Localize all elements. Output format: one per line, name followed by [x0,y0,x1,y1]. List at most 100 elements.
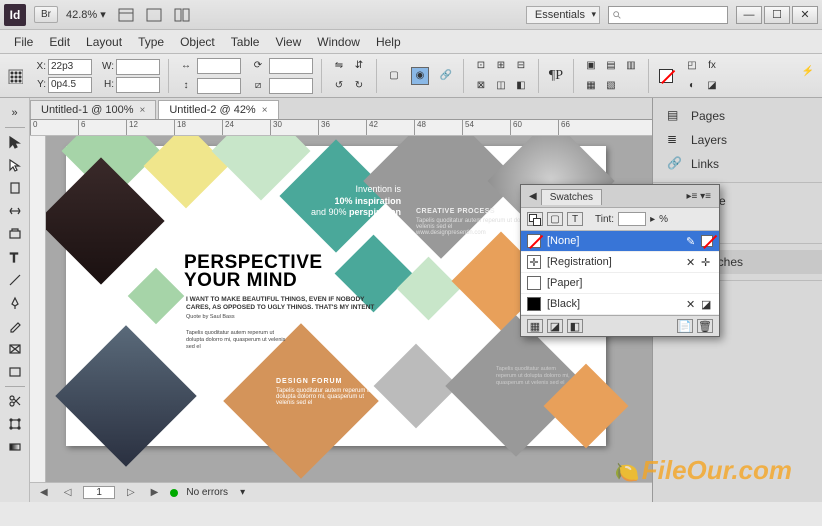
swatches-panel[interactable]: ◀ Swatches ▸≡ ▾≡ ▢ T Tint: ▸ % [None]✎✛[… [520,184,720,337]
fill-swatch-icon[interactable] [657,67,675,85]
show-color-swatches-icon[interactable]: ◪ [547,319,563,333]
line-tool[interactable] [3,269,27,291]
rotate-ccw-icon[interactable]: ↺ [330,77,348,95]
wrap-none-icon[interactable]: ▣ [582,57,600,75]
selection-tool[interactable] [3,131,27,153]
tint-input[interactable] [618,212,646,226]
document-tab[interactable]: Untitled-2 @ 42%× [158,100,278,119]
gradient-swatch-tool[interactable] [3,436,27,458]
vertical-ruler[interactable] [30,136,46,482]
menu-window[interactable]: Window [309,32,368,52]
fill-stroke-proxy-icon[interactable] [527,212,543,226]
maximize-button[interactable]: ☐ [764,6,790,24]
tab-close-icon[interactable]: × [262,105,268,116]
next-spread-button[interactable]: ▶ [147,487,163,498]
x-input[interactable]: 22p3 [48,59,92,75]
horizontal-ruler[interactable]: 0612182430364248546066 [30,120,652,136]
screen-mode-icon[interactable] [142,5,166,25]
panel-item-layers[interactable]: ≣Layers [653,128,822,152]
bridge-button[interactable]: Br [34,6,58,23]
search-input[interactable] [608,6,728,24]
fit-frame-icon[interactable]: ⊞ [492,57,510,75]
menu-table[interactable]: Table [223,32,268,52]
auto-fit-icon[interactable]: ◧ [512,77,530,95]
gap-tool[interactable] [3,200,27,222]
pen-tool[interactable] [3,292,27,314]
scissors-tool[interactable] [3,390,27,412]
flip-h-icon[interactable]: ⇋ [330,57,348,75]
rotate-input[interactable] [269,58,313,74]
swatch-row[interactable]: [Black]✕◪ [521,294,719,315]
type-tool[interactable]: T [3,246,27,268]
reference-point-icon[interactable] [6,67,24,85]
constrain-icon[interactable]: 🔗 [437,67,455,85]
delete-swatch-icon[interactable]: 🗑 [697,319,713,333]
expand-tools-icon[interactable]: » [3,102,27,124]
wrap-bbox-icon[interactable]: ▤ [602,57,620,75]
document-tab[interactable]: Untitled-1 @ 100%× [30,100,156,119]
wrap-jump-icon[interactable]: ▦ [582,77,600,95]
formatting-container-icon[interactable]: ▢ [547,212,563,226]
preflight-menu-icon[interactable]: ▾ [240,487,245,498]
swatch-row[interactable]: [None]✎ [521,231,719,252]
arrange-icon[interactable] [170,5,194,25]
minimize-button[interactable]: — [736,6,762,24]
drop-shadow-icon[interactable]: ◪ [703,77,721,95]
corner-options-icon[interactable]: ◰ [683,57,701,75]
zoom-level-dropdown[interactable]: 42.8% ▾ [66,8,106,21]
show-gradient-swatches-icon[interactable]: ◧ [567,319,583,333]
panel-item-links[interactable]: 🔗Links [653,152,822,176]
swatches-panel-header[interactable]: ◀ Swatches ▸≡ ▾≡ [521,185,719,208]
fit-content-icon[interactable]: ⊡ [472,57,490,75]
rectangle-frame-tool[interactable] [3,338,27,360]
tint-arrow-icon[interactable]: ▸ [650,214,655,225]
y-input[interactable]: 0p4.5 [48,77,92,93]
page-tool[interactable] [3,177,27,199]
center-content-icon[interactable]: ⊟ [512,57,530,75]
content-select-icon[interactable]: ◉ [411,67,429,85]
swatches-tab[interactable]: Swatches [541,189,602,205]
paragraph-style-icon[interactable]: ¶P [547,67,565,85]
free-transform-tool[interactable] [3,413,27,435]
container-select-icon[interactable]: ▢ [385,67,403,85]
formatting-text-icon[interactable]: T [567,212,583,226]
h-input[interactable] [116,77,160,93]
menu-file[interactable]: File [6,32,41,52]
scale-y-input[interactable] [197,78,241,94]
page-number[interactable]: 1 [83,486,115,499]
w-input[interactable] [116,59,160,75]
view-options-icon[interactable] [114,5,138,25]
menu-layout[interactable]: Layout [78,32,130,52]
workspace-dropdown[interactable]: Essentials [526,6,600,24]
content-collector-tool[interactable] [3,223,27,245]
menu-edit[interactable]: Edit [41,32,78,52]
show-all-swatches-icon[interactable]: ▦ [527,319,543,333]
rectangle-tool[interactable] [3,361,27,383]
rotate-cw-icon[interactable]: ↻ [350,77,368,95]
menu-view[interactable]: View [267,32,309,52]
pencil-tool[interactable] [3,315,27,337]
wrap-shape-icon[interactable]: ▥ [622,57,640,75]
menu-type[interactable]: Type [130,32,172,52]
menu-object[interactable]: Object [172,32,223,52]
prev-page-button[interactable]: ◁ [60,487,76,498]
panel-item-pages[interactable]: ▤Pages [653,104,822,128]
new-swatch-icon[interactable]: 📄 [677,319,693,333]
shear-input[interactable] [269,78,313,94]
preflight-status[interactable]: No errors [186,487,228,498]
swatch-row[interactable]: [Paper] [521,273,719,294]
opacity-icon[interactable]: ◐ [683,77,701,95]
close-button[interactable]: ✕ [792,6,818,24]
fit-proportional-icon[interactable]: ◫ [492,77,510,95]
swatches-panel-menu-icon[interactable]: ▸≡ ▾≡ [687,191,712,202]
effects-icon[interactable]: fx [703,57,721,75]
prev-spread-button[interactable]: ◀ [36,487,52,498]
direct-selection-tool[interactable] [3,154,27,176]
menu-help[interactable]: Help [368,32,409,52]
scale-x-input[interactable] [197,58,241,74]
next-page-button[interactable]: ▷ [123,487,139,498]
fill-frame-icon[interactable]: ⊠ [472,77,490,95]
swatch-row[interactable]: ✛[Registration]✕✛ [521,252,719,273]
quick-apply-icon[interactable]: ⚡ [802,66,814,77]
tab-close-icon[interactable]: × [140,105,146,116]
